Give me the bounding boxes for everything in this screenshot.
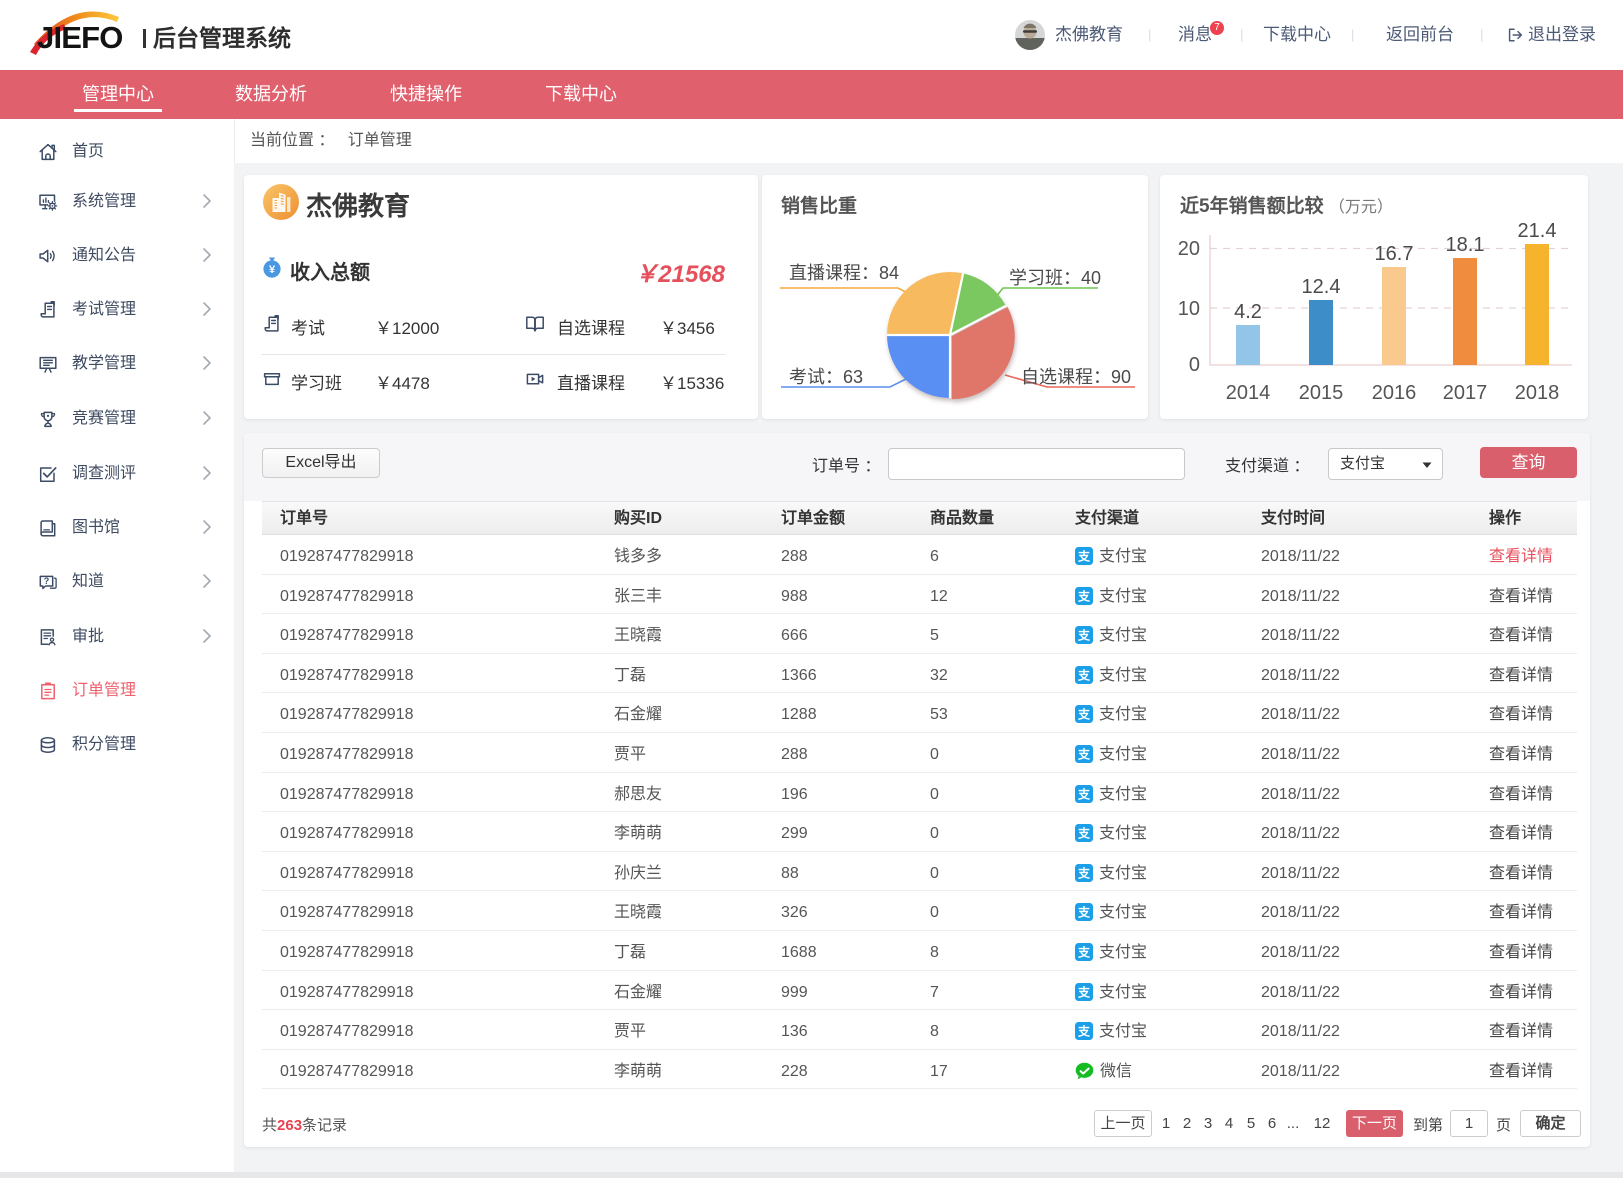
svg-text:20: 20 — [1178, 238, 1200, 260]
svg-text:支: 支 — [1077, 628, 1091, 643]
svg-text:支: 支 — [1077, 944, 1091, 959]
svg-text:支: 支 — [1077, 667, 1091, 682]
svg-text:支: 支 — [1077, 826, 1091, 841]
svg-text:后台管理系统: 后台管理系统 — [153, 25, 291, 51]
svg-text:支: 支 — [1077, 1024, 1091, 1039]
svg-text:12.4: 12.4 — [1302, 276, 1341, 298]
svg-text:21.4: 21.4 — [1518, 220, 1557, 242]
svg-text:支: 支 — [1077, 905, 1091, 920]
svg-text:18.1: 18.1 — [1446, 234, 1485, 256]
svg-text:4.2: 4.2 — [1234, 301, 1262, 323]
svg-text:支: 支 — [1077, 707, 1091, 722]
svg-text:JIEFO: JIEFO — [37, 20, 123, 55]
svg-text:支: 支 — [1077, 984, 1091, 999]
svg-text:10: 10 — [1178, 298, 1200, 320]
svg-text:2016: 2016 — [1372, 382, 1417, 404]
svg-text:16.7: 16.7 — [1375, 243, 1414, 265]
svg-text:支: 支 — [1077, 549, 1091, 564]
svg-text:支: 支 — [1077, 865, 1091, 880]
svg-text:支: 支 — [1077, 786, 1091, 801]
svg-text:2018: 2018 — [1515, 382, 1560, 404]
svg-text:2014: 2014 — [1226, 382, 1271, 404]
svg-text:支: 支 — [1077, 746, 1091, 761]
svg-text:2017: 2017 — [1443, 382, 1488, 404]
svg-text:¥: ¥ — [269, 264, 276, 276]
svg-text:?: ? — [44, 576, 50, 586]
svg-text:支: 支 — [1077, 588, 1091, 603]
svg-text:0: 0 — [1189, 354, 1200, 376]
svg-text:2015: 2015 — [1299, 382, 1344, 404]
